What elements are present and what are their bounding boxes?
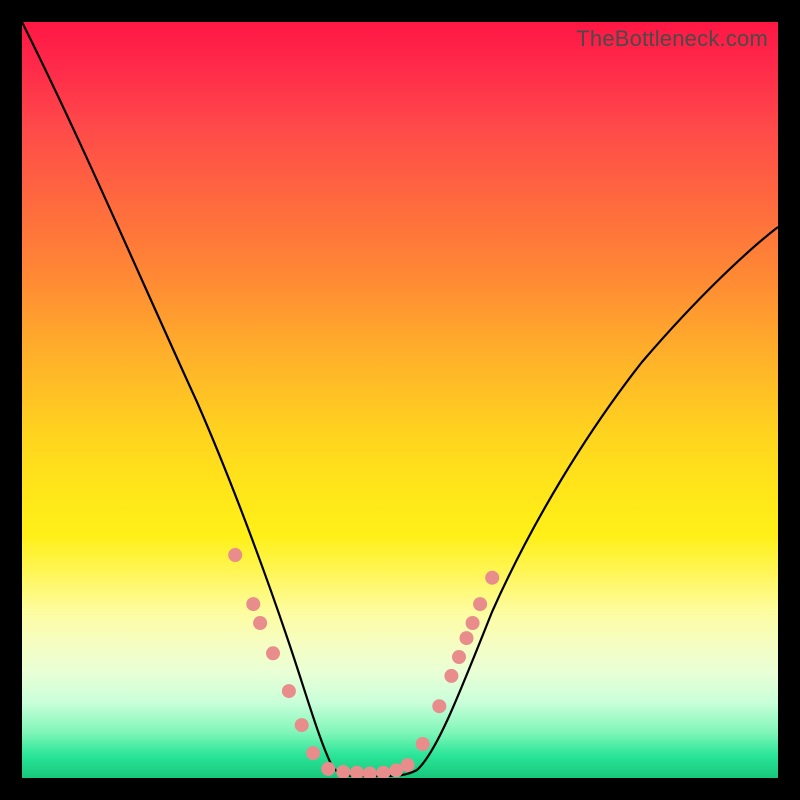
scatter-dot (246, 597, 260, 611)
scatter-dot (485, 571, 499, 585)
scatter-dot (282, 684, 296, 698)
scatter-dot (266, 646, 280, 660)
scatter-dot (228, 548, 242, 562)
bottleneck-chart (22, 22, 778, 778)
scatter-dot (376, 766, 390, 778)
scatter-dot (460, 631, 474, 645)
scatter-dot (306, 746, 320, 760)
scatter-dot (416, 737, 430, 751)
scatter-dot (253, 616, 267, 630)
scatter-dot (452, 650, 466, 664)
scatter-dot (295, 718, 309, 732)
scatter-dot (350, 766, 364, 778)
bottleneck-curve-path (22, 22, 778, 776)
chart-area: TheBottleneck.com (22, 22, 778, 778)
scatter-dot (466, 616, 480, 630)
scatter-dot (432, 699, 446, 713)
scatter-dot (473, 597, 487, 611)
scatter-dot (321, 762, 335, 776)
scatter-dot (444, 669, 458, 683)
scatter-dot (363, 767, 377, 779)
scatter-dot (401, 758, 415, 772)
scatter-dot (336, 765, 350, 778)
